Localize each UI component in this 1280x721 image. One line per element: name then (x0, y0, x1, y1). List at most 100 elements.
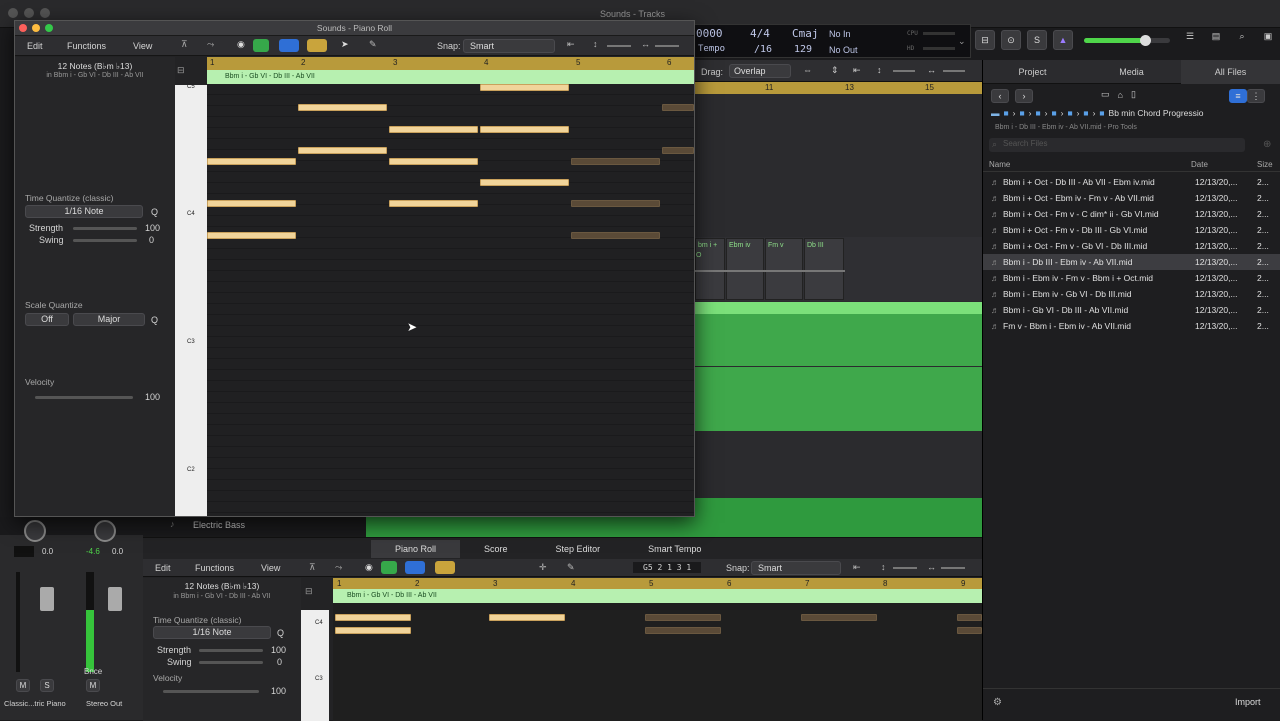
tab-piano-roll[interactable]: Piano Roll (371, 540, 461, 558)
inspector-toggle-icon[interactable]: ⊟ (305, 586, 313, 597)
velocity-slider[interactable] (35, 396, 133, 399)
gear-icon[interactable]: ⚙ (993, 697, 1002, 708)
tracks-ruler[interactable]: 11 13 15 (695, 82, 982, 94)
mute-button[interactable]: M (16, 679, 30, 692)
quantize-select[interactable]: 1/16 Note (153, 626, 271, 639)
file-row[interactable]: ♬ Bbm i + Oct - Db III - Ab VII - Ebm iv.… (983, 174, 1280, 190)
edit-menu[interactable]: Edit (27, 41, 43, 51)
scale-type-select[interactable]: Major (73, 313, 145, 326)
snap-select[interactable]: Smart (463, 39, 555, 53)
note-grid[interactable] (333, 603, 982, 721)
automation-icon[interactable]: ⤳ (335, 562, 342, 573)
pan-knob[interactable] (24, 520, 46, 542)
edit-menu[interactable]: Edit (155, 563, 171, 573)
tab-all-files[interactable]: All Files (1181, 59, 1280, 84)
import-button[interactable]: Import (1235, 697, 1261, 707)
catch-icon[interactable]: ◉ (237, 39, 245, 50)
track-region[interactable]: bm i + O (695, 238, 725, 300)
file-row[interactable]: ♬ Fm v - Bbm i - Ebm iv - Ab VII.mid 12/13… (983, 318, 1280, 334)
vertical-zoom-slider[interactable] (893, 70, 915, 72)
lcd-key[interactable]: Cmaj (792, 27, 819, 40)
midi-note[interactable] (489, 614, 565, 621)
volume-fader[interactable] (108, 587, 122, 611)
document-icon[interactable]: ▯ (1131, 89, 1136, 100)
midi-note[interactable] (480, 179, 569, 186)
volume-value[interactable]: 0.0 (112, 547, 123, 556)
track-region[interactable]: Ebm iv (726, 238, 764, 300)
midi-note[interactable] (207, 158, 296, 165)
fit-icon[interactable]: ⇤ (567, 39, 575, 50)
vertical-zoom-icon[interactable]: ↕ (877, 65, 882, 75)
file-row[interactable]: ♬ Bbm i + Oct - Fm v - Gb VI - Db III.mid… (983, 238, 1280, 254)
folder-icon[interactable]: ■ (1004, 108, 1009, 118)
midi-note[interactable] (298, 147, 387, 154)
strength-slider[interactable] (199, 649, 263, 652)
snap-select[interactable]: Smart (751, 561, 841, 575)
close-icon[interactable] (19, 24, 27, 32)
track-name[interactable]: Electric Bass (193, 520, 245, 530)
forward-icon[interactable]: › (1015, 89, 1033, 103)
tab-media[interactable]: Media (1082, 60, 1181, 84)
folder-icon[interactable]: ■ (1035, 108, 1040, 118)
midi-note[interactable] (480, 84, 569, 91)
quantize-select[interactable]: 1/16 Note (25, 205, 143, 218)
master-volume-slider[interactable] (1084, 35, 1170, 46)
file-row[interactable]: ♬ Bbm i + Oct - Ebm iv - Fm v - Ab VII.mi… (983, 190, 1280, 206)
minimize-icon[interactable] (24, 8, 34, 18)
midi-note[interactable] (389, 200, 478, 207)
tuner-icon[interactable]: ▲ (1053, 30, 1073, 50)
fit-icon[interactable]: ⇤ (853, 562, 861, 573)
vertical-zoom-slider[interactable] (607, 45, 631, 47)
midi-note[interactable] (571, 200, 660, 207)
tab-project[interactable]: Project (983, 60, 1082, 84)
midi-in-icon[interactable]: ⊼ (181, 39, 188, 50)
midi-note[interactable] (389, 158, 478, 165)
search-icon[interactable]: ⌕ (1232, 31, 1252, 49)
midi-note[interactable] (801, 614, 877, 621)
midi-note[interactable] (957, 627, 982, 634)
horizontal-zoom-icon[interactable]: ↔ (641, 39, 650, 49)
folder-icon[interactable]: ■ (1067, 108, 1072, 118)
file-row-selected[interactable]: ♬ Bbm i - Db III - Ebm iv - Ab VII.mid 12/… (983, 254, 1280, 270)
vertical-zoom-slider[interactable] (893, 567, 917, 569)
tab-step-editor[interactable]: Step Editor (532, 540, 625, 558)
name-column[interactable]: Name (989, 160, 1010, 169)
note-icon[interactable]: ▤ (1206, 31, 1226, 49)
folder-icon[interactable]: ■ (1083, 108, 1088, 118)
bass-region[interactable] (366, 517, 982, 537)
add-icon[interactable]: ⊕ (1263, 139, 1271, 150)
horizontal-zoom-slider[interactable] (941, 567, 965, 569)
midi-note[interactable] (662, 104, 694, 111)
midi-note[interactable] (957, 614, 982, 621)
pan-knob[interactable] (94, 520, 116, 542)
note-grid[interactable]: ➤ (207, 84, 694, 516)
midi-note[interactable] (571, 232, 660, 239)
chain-icon[interactable] (307, 39, 327, 52)
file-row[interactable]: ♬ Bbm i - Ebm iv - Gb VI - Db III.mid 12/1… (983, 286, 1280, 302)
horizontal-zoom-icon[interactable]: ↔ (927, 65, 936, 75)
tab-smart-tempo[interactable]: Smart Tempo (624, 540, 725, 558)
midi-note[interactable] (571, 158, 660, 165)
midi-region-1[interactable] (695, 302, 982, 366)
link-icon[interactable] (381, 561, 397, 574)
date-column[interactable]: Date (1191, 160, 1208, 169)
vertical-fit-icon[interactable]: ⇕ (831, 65, 839, 76)
midi-in-icon[interactable]: ⊼ (309, 562, 316, 573)
scale-root-select[interactable]: Off (25, 313, 69, 326)
home-icon[interactable]: ⌂ (1118, 90, 1123, 100)
breadcrumb-current[interactable]: Bb min Chord Progressio (1109, 108, 1204, 118)
mode-icon[interactable] (279, 39, 299, 52)
velocity-slider[interactable] (163, 690, 259, 693)
strength-slider[interactable] (73, 227, 137, 230)
view-menu[interactable]: View (133, 41, 152, 51)
vertical-zoom-icon[interactable]: ↕ (881, 562, 886, 572)
chain-icon[interactable] (435, 561, 455, 574)
file-row[interactable]: ♬ Bbm i - Gb VI - Db III - Ab VII.mid 12/1… (983, 302, 1280, 318)
catch-icon[interactable]: ◉ (365, 562, 373, 573)
horizontal-fit-icon[interactable]: ⇤ (853, 65, 861, 76)
swing-slider[interactable] (199, 661, 263, 664)
waveform-zoom-icon[interactable]: ⇔ (803, 65, 812, 75)
column-view-icon[interactable]: ⋮ (1247, 89, 1265, 103)
midi-note[interactable] (207, 200, 296, 207)
size-column[interactable]: Size (1257, 160, 1273, 169)
